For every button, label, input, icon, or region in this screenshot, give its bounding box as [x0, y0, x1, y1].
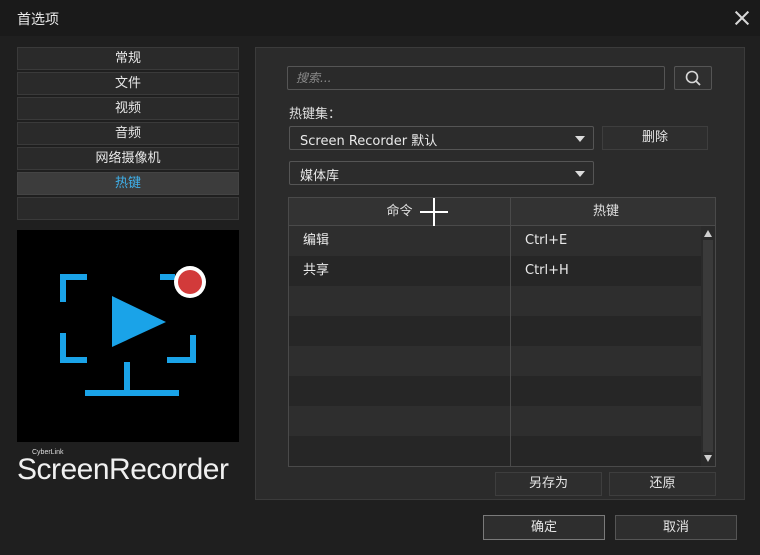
column-divider [510, 226, 511, 466]
command-cell: 共享 [303, 263, 330, 278]
crosshair-cursor-icon [420, 198, 448, 226]
scroll-up-icon[interactable] [704, 230, 712, 237]
table-header: 命令 热键 [289, 198, 715, 226]
search-input[interactable] [288, 67, 664, 89]
save-as-button[interactable]: 另存为 [495, 472, 602, 496]
app-logo [17, 230, 239, 442]
column-header-hotkey[interactable]: 热键 [511, 198, 701, 225]
table-scrollbar[interactable] [701, 226, 715, 466]
search-button[interactable] [674, 66, 712, 90]
table-row [289, 316, 701, 346]
table-row [289, 346, 701, 376]
table-body: 编辑 Ctrl+E 共享 Ctrl+H [289, 226, 701, 466]
preferences-nav: 常规 文件 视频 音频 网络摄像机 热键 [17, 47, 239, 222]
nav-item-audio[interactable]: 音频 [17, 122, 239, 145]
chevron-down-icon [575, 136, 585, 142]
restore-button[interactable]: 还原 [609, 472, 716, 496]
keyset-value: Screen Recorder 默认 [300, 134, 438, 149]
table-row [289, 406, 701, 436]
hotkeys-table: 命令 热键 编辑 Ctrl+E 共享 Ctrl+H [288, 197, 716, 467]
keyset-select[interactable]: Screen Recorder 默认 [289, 126, 594, 150]
command-cell: 编辑 [303, 233, 330, 248]
hotkey-cell: Ctrl+E [525, 233, 568, 248]
keyset-label: 热键集： [289, 107, 342, 122]
close-icon[interactable] [733, 9, 751, 27]
search-icon [685, 70, 701, 86]
nav-item-video[interactable]: 视频 [17, 97, 239, 120]
nav-item-hotkeys[interactable]: 热键 [17, 172, 239, 195]
brand: CyberLink ScreenRecorder [17, 445, 239, 490]
ok-button[interactable]: 确定 [483, 515, 605, 540]
category-value: 媒体库 [300, 169, 340, 184]
scroll-track[interactable] [703, 240, 713, 452]
screen-recorder-logo-icon [60, 266, 206, 396]
table-row [289, 286, 701, 316]
table-row[interactable]: 编辑 Ctrl+E [289, 226, 701, 256]
nav-item-general[interactable]: 常规 [17, 47, 239, 70]
delete-button[interactable]: 删除 [602, 126, 708, 150]
scroll-down-icon[interactable] [704, 455, 712, 462]
nav-item-file[interactable]: 文件 [17, 72, 239, 95]
brand-product-name: ScreenRecorder [17, 453, 229, 486]
column-header-command[interactable]: 命令 [289, 198, 511, 225]
nav-item-webcam[interactable]: 网络摄像机 [17, 147, 239, 170]
title-bar: 首选项 [0, 0, 760, 36]
hotkey-cell: Ctrl+H [525, 263, 569, 278]
table-row [289, 376, 701, 406]
category-select[interactable]: 媒体库 [289, 161, 594, 185]
cancel-button[interactable]: 取消 [615, 515, 737, 540]
search-box [287, 66, 665, 90]
window-title: 首选项 [17, 12, 59, 28]
nav-item-empty [17, 197, 239, 220]
table-row[interactable]: 共享 Ctrl+H [289, 256, 701, 286]
table-row [289, 436, 701, 466]
chevron-down-icon [575, 171, 585, 177]
